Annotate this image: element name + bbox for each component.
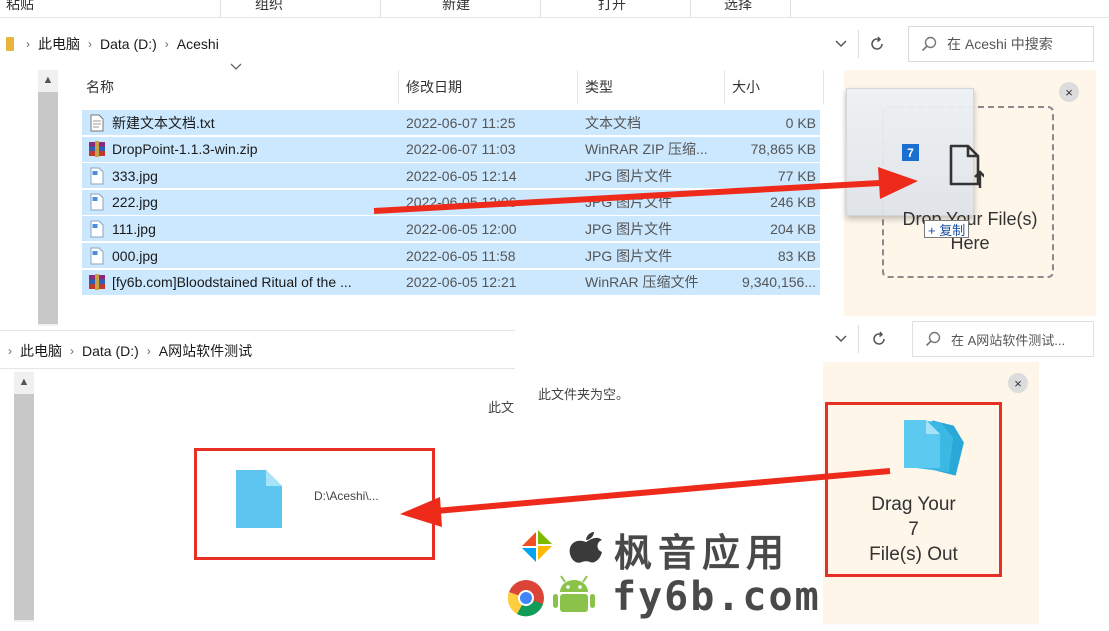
windows-diamond-logo-icon [522,530,552,562]
screenshot-stage: 粘贴 组织 新建 打开 选择 › 此电脑 › Data (D:) › Acesh… [0,0,1109,631]
android-logo-icon [553,575,595,612]
apple-logo-icon [569,532,602,563]
watermark-url: fy6b.com [612,574,821,620]
chrome-logo-icon [507,580,544,617]
arrow-to-folder [400,468,891,527]
watermark-brand: 枫音应用 [614,531,791,575]
arrow-to-drop-zone [373,167,918,214]
